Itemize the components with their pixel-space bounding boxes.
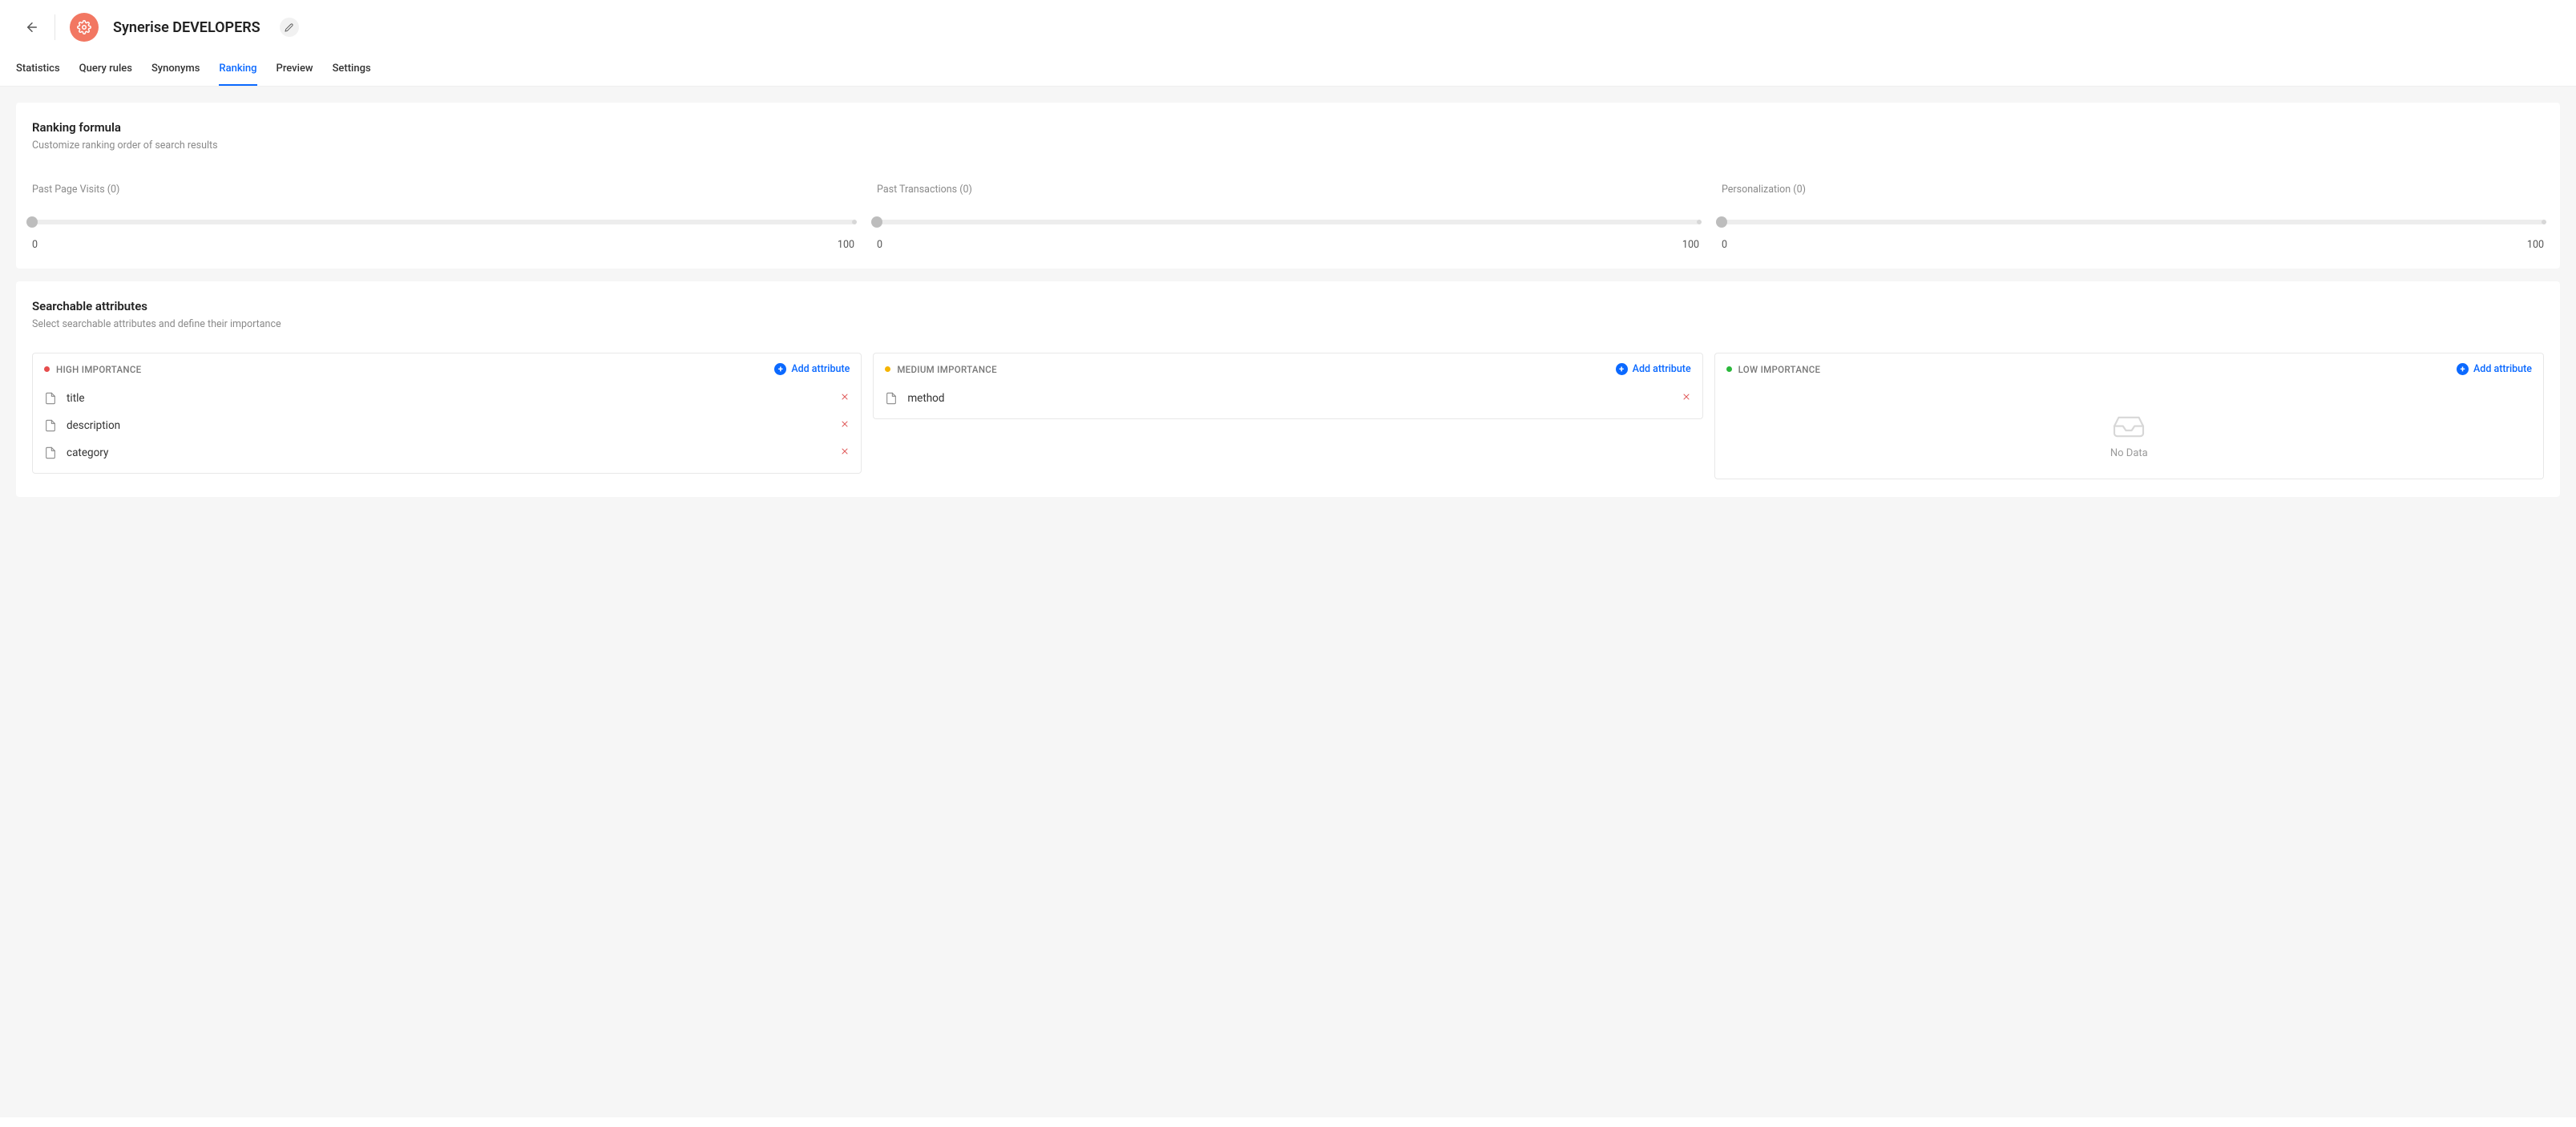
empty-state: No Data: [1715, 385, 2543, 479]
document-icon: [44, 418, 57, 433]
attribute-name: method: [907, 392, 944, 405]
slider-track[interactable]: [32, 220, 854, 224]
ranking-formula-card: Ranking formula Customize ranking order …: [16, 103, 2560, 269]
importance-title: LOW IMPORTANCE: [1738, 364, 1821, 375]
slider-label: Past Page Visits (0): [32, 184, 854, 196]
tab-synonyms[interactable]: Synonyms: [151, 56, 200, 86]
inbox-icon: [2111, 409, 2146, 438]
close-icon: [840, 446, 850, 456]
add-attribute-button[interactable]: + Add attribute: [1616, 363, 1691, 375]
tab-queryrules[interactable]: Query rules: [79, 56, 132, 86]
back-button[interactable]: [24, 19, 40, 35]
searchable-attributes-card: Searchable attributes Select searchable …: [16, 281, 2560, 497]
page-title: Synerise DEVELOPERS: [113, 19, 260, 36]
plus-icon: +: [774, 363, 786, 375]
add-attribute-label: Add attribute: [791, 363, 850, 375]
importance-column-low: LOW IMPORTANCE + Add attribute No Data: [1714, 353, 2544, 479]
tab-preview[interactable]: Preview: [277, 56, 313, 86]
slider-2: Personalization (0) 0 100: [1722, 184, 2544, 251]
tab-ranking[interactable]: Ranking: [219, 56, 256, 86]
slider-thumb[interactable]: [26, 216, 38, 228]
attribute-row[interactable]: category: [33, 439, 861, 467]
close-icon: [1682, 392, 1691, 402]
slider-min: 0: [877, 239, 882, 251]
close-icon: [840, 392, 850, 402]
searchable-subtitle: Select searchable attributes and define …: [32, 318, 2544, 330]
attribute-row[interactable]: description: [33, 412, 861, 439]
slider-min: 0: [1722, 239, 1727, 251]
importance-title: MEDIUM IMPORTANCE: [897, 364, 997, 375]
slider-end-dot: [2542, 220, 2546, 224]
attribute-name: category: [67, 446, 108, 459]
remove-attribute-button[interactable]: [840, 392, 850, 405]
plus-icon: +: [1616, 363, 1628, 375]
slider-label: Personalization (0): [1722, 184, 2544, 196]
add-attribute-label: Add attribute: [2473, 363, 2532, 375]
attribute-name: title: [67, 392, 85, 405]
ranking-title: Ranking formula: [32, 120, 2544, 135]
gear-icon: [77, 20, 91, 34]
add-attribute-button[interactable]: + Add attribute: [774, 363, 850, 375]
arrow-left-icon: [25, 20, 39, 34]
slider-track[interactable]: [877, 220, 1699, 224]
add-attribute-button[interactable]: + Add attribute: [2457, 363, 2532, 375]
slider-min: 0: [32, 239, 38, 251]
importance-column-high: HIGH IMPORTANCE + Add attribute title descri…: [32, 353, 862, 474]
importance-dot-icon: [1726, 366, 1732, 372]
importance-dot-icon: [44, 366, 50, 372]
slider-thumb[interactable]: [1716, 216, 1727, 228]
edit-title-button[interactable]: [280, 18, 299, 37]
importance-title: HIGH IMPORTANCE: [56, 364, 141, 375]
close-icon: [840, 419, 850, 429]
document-icon: [44, 391, 57, 406]
slider-label: Past Transactions (0): [877, 184, 1699, 196]
no-data-text: No Data: [2110, 447, 2148, 459]
remove-attribute-button[interactable]: [1682, 392, 1691, 405]
remove-attribute-button[interactable]: [840, 446, 850, 459]
plus-icon: +: [2457, 363, 2469, 375]
remove-attribute-button[interactable]: [840, 419, 850, 432]
add-attribute-label: Add attribute: [1633, 363, 1691, 375]
slider-end-dot: [1697, 220, 1702, 224]
importance-dot-icon: [885, 366, 890, 372]
slider-1: Past Transactions (0) 0 100: [877, 184, 1699, 251]
importance-column-medium: MEDIUM IMPORTANCE + Add attribute method: [873, 353, 1702, 419]
document-icon: [44, 446, 57, 460]
pencil-icon: [285, 23, 293, 32]
slider-max: 100: [2527, 239, 2544, 251]
slider-thumb[interactable]: [871, 216, 882, 228]
tab-statistics[interactable]: Statistics: [16, 56, 60, 86]
slider-0: Past Page Visits (0) 0 100: [32, 184, 854, 251]
tab-settings[interactable]: Settings: [333, 56, 371, 86]
attribute-name: description: [67, 419, 120, 432]
slider-max: 100: [1682, 239, 1699, 251]
attribute-row[interactable]: title: [33, 385, 861, 412]
slider-max: 100: [838, 239, 854, 251]
slider-track[interactable]: [1722, 220, 2544, 224]
ranking-subtitle: Customize ranking order of search result…: [32, 139, 2544, 151]
slider-end-dot: [852, 220, 857, 224]
tabs-container: Statistics Query rules Synonyms Ranking Prev…: [0, 50, 2576, 87]
attribute-row[interactable]: method: [874, 385, 1702, 412]
searchable-title: Searchable attributes: [32, 299, 2544, 313]
document-icon: [885, 391, 898, 406]
app-icon: [70, 13, 99, 42]
